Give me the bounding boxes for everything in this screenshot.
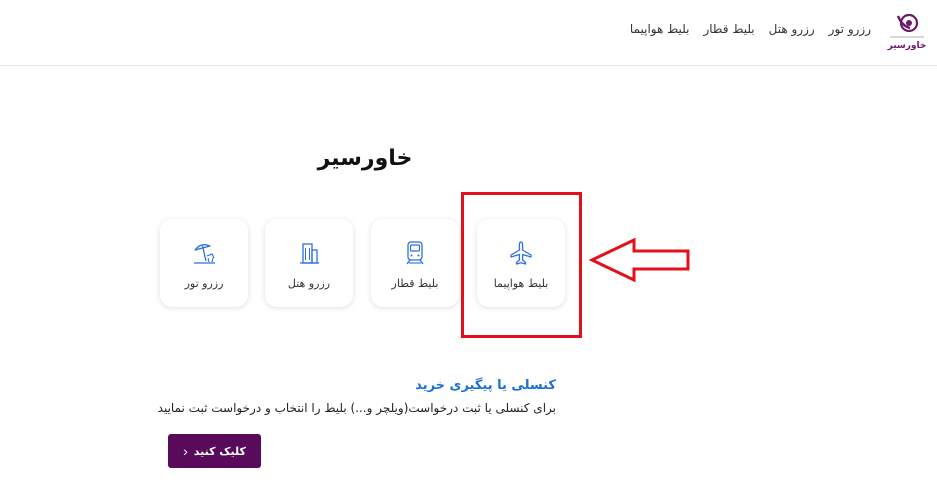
cancel-section-title: کنسلی یا پیگیری خرید — [415, 378, 556, 393]
service-label-airplane: بلیط هواپیما — [493, 277, 549, 290]
page-title: خاورسیر — [317, 146, 413, 171]
top-navbar: خاورسیر بلیط هواپیما بلیط قطار رزرو هتل … — [0, 0, 937, 66]
hotel-building-icon — [300, 243, 319, 264]
nav-tour-booking[interactable]: رزرو تور — [829, 22, 871, 36]
service-label-train: بلیط قطار — [391, 277, 439, 290]
beach-umbrella-icon — [194, 244, 215, 264]
service-card-train[interactable]: بلیط قطار — [371, 219, 459, 307]
logo-text: خاورسیر — [887, 41, 927, 51]
service-label-tour: رزرو تور — [184, 277, 224, 290]
click-here-button-label: کلیک کنید — [193, 444, 246, 458]
service-card-tour[interactable]: رزرو تور — [160, 219, 248, 307]
nav-hotel-booking[interactable]: رزرو هتل — [769, 22, 815, 36]
airplane-icon — [510, 241, 532, 265]
cancel-section-description: برای کنسلی یا ثبت درخواست(ویلچر و...) بل… — [157, 401, 556, 415]
train-icon — [406, 241, 424, 265]
main-nav: بلیط هواپیما بلیط قطار رزرو هتل رزرو تور — [630, 22, 871, 36]
service-label-hotel: رزرو هتل — [287, 277, 331, 290]
chevron-left-icon: ‹ — [183, 443, 188, 459]
khavarseir-logo-icon[interactable]: خاورسیر — [884, 10, 930, 52]
service-card-airplane[interactable]: بلیط هواپیما — [477, 219, 565, 307]
service-card-hotel[interactable]: رزرو هتل — [265, 219, 353, 307]
nav-train-ticket[interactable]: بلیط قطار — [703, 22, 754, 36]
annotation-arrow-icon — [588, 237, 690, 283]
click-here-button[interactable]: کلیک کنید ‹ — [168, 434, 261, 468]
nav-airplane-ticket[interactable]: بلیط هواپیما — [630, 22, 690, 36]
